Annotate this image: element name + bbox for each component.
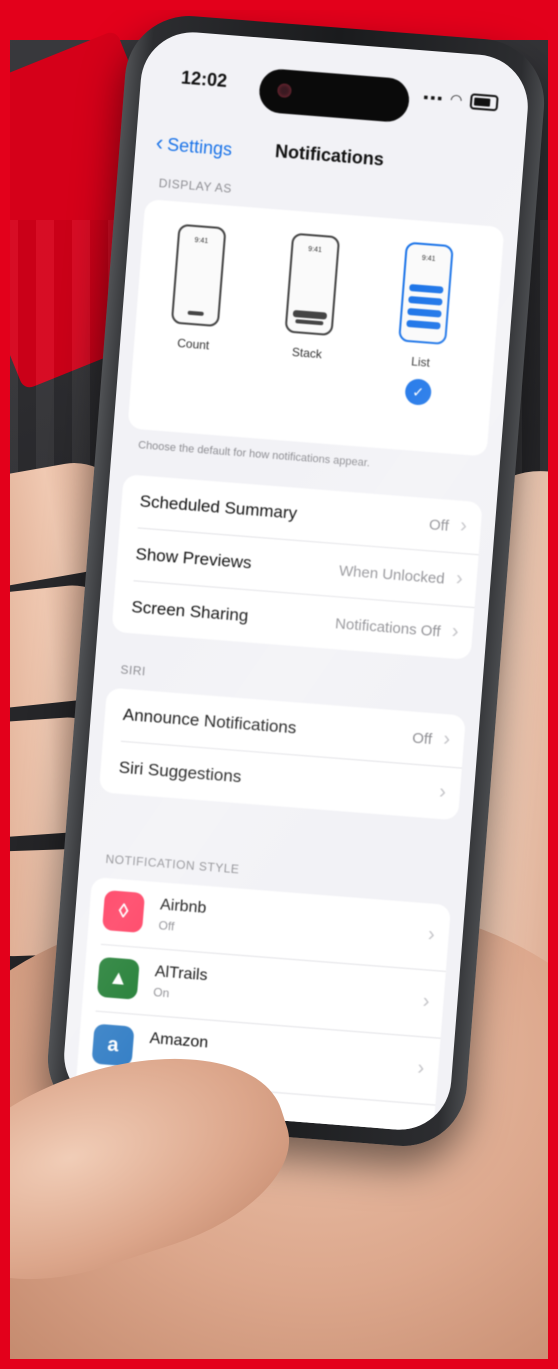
chevron-right-icon: › <box>455 567 464 591</box>
app-status: Off <box>158 918 175 934</box>
photo-scene: 12:02 ▪▪▪ ◠ ‹ Settings Notifications Disp… <box>0 0 558 1369</box>
display-as-header: Display As <box>158 176 233 196</box>
chevron-right-icon: › <box>416 1057 426 1080</box>
signal-icon: ▪▪▪ <box>422 88 445 107</box>
amazon-icon: a <box>91 1023 135 1067</box>
row-value: When Unlocked <box>338 562 446 588</box>
phone-preview-icon: 9:41 <box>284 232 341 337</box>
airbnb-icon: ◊ <box>102 889 146 933</box>
app-name: AlTrails <box>154 963 209 985</box>
chevron-right-icon: › <box>450 620 460 643</box>
row-label: Scheduled Summary <box>139 491 298 523</box>
mode-label: Stack <box>291 344 323 362</box>
siri-card: Announce Notifications Off › Siri Sugges… <box>98 687 466 821</box>
summary-card: Scheduled Summary Off › Show Previews Wh… <box>111 474 483 660</box>
chevron-right-icon: › <box>427 923 436 946</box>
row-label: Show Previews <box>134 544 253 573</box>
battery-icon <box>469 93 499 112</box>
status-icons: ▪▪▪ ◠ <box>423 89 499 112</box>
app-status: On <box>152 985 170 1001</box>
status-time: 12:02 <box>180 67 228 92</box>
phone-preview-icon: 9:41 <box>398 241 454 346</box>
chevron-right-icon: › <box>421 990 431 1013</box>
wifi-icon: ◠ <box>449 90 466 108</box>
chevron-right-icon: › <box>459 514 468 538</box>
mode-label: Count <box>176 335 210 353</box>
chevron-right-icon: › <box>442 728 451 751</box>
notification-style-header: Notification Style <box>105 851 240 877</box>
row-value: Off <box>411 729 433 749</box>
display-as-card: 9:41 Count 9:41 Stack 9:41 List ✓ <box>127 199 505 457</box>
display-mode-list[interactable]: 9:41 List ✓ <box>372 240 474 409</box>
phone-preview-icon: 9:41 <box>170 223 227 328</box>
row-label: Siri Suggestions <box>118 757 243 787</box>
row-label: Announce Notifications <box>122 704 298 738</box>
chevron-right-icon: › <box>438 780 447 804</box>
row-value: Off <box>428 516 450 535</box>
iphone: 12:02 ▪▪▪ ◠ ‹ Settings Notifications Disp… <box>43 11 549 1151</box>
mode-label: List <box>410 354 431 370</box>
row-label: Screen Sharing <box>130 597 250 626</box>
dynamic-island <box>257 67 411 124</box>
app-name: Amazon <box>148 1029 209 1052</box>
alltrails-icon: ▲ <box>96 956 140 1000</box>
display-mode-stack[interactable]: 9:41 Stack <box>261 231 361 364</box>
row-value: Notifications Off <box>334 615 442 641</box>
display-mode-count[interactable]: 9:41 Count <box>148 222 248 355</box>
checkmark-icon: ✓ <box>404 378 433 406</box>
app-name: Airbnb <box>159 896 207 917</box>
siri-header: Siri <box>119 662 147 679</box>
